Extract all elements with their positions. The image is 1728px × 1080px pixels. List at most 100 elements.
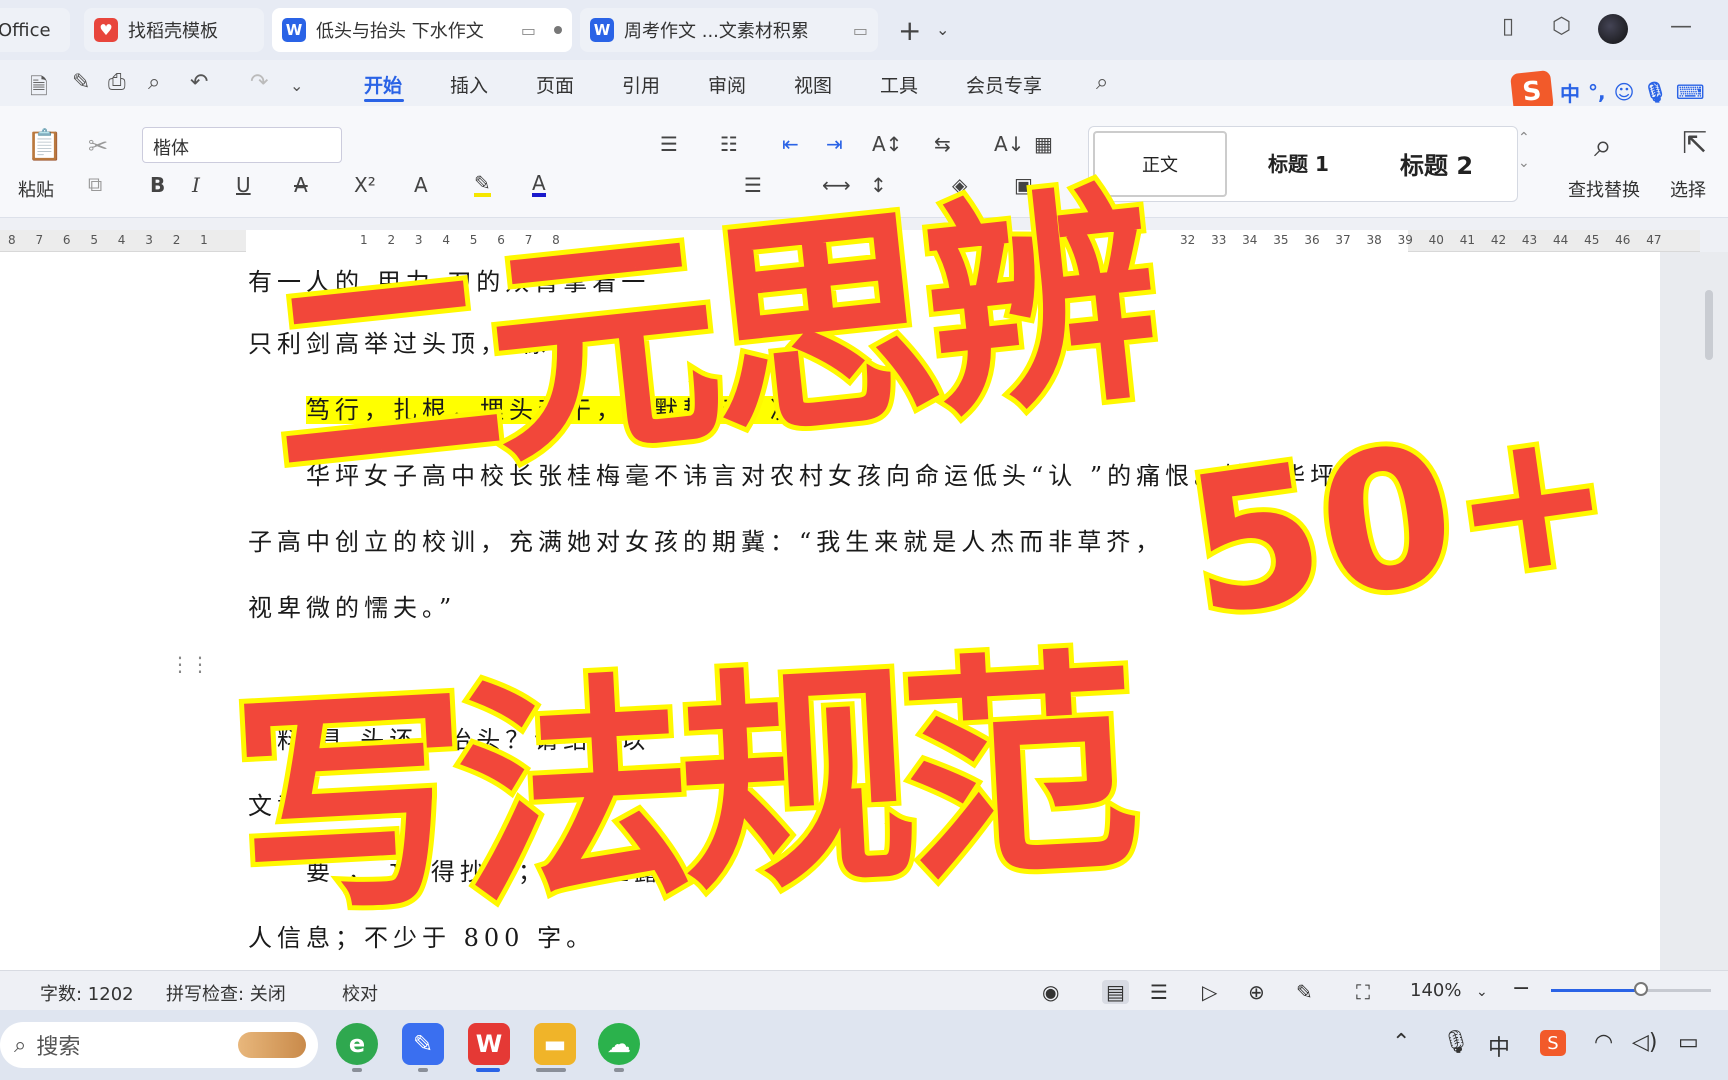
outline-view-icon[interactable]: ☰ — [1150, 980, 1168, 1004]
word-count[interactable]: 字数: 1202 — [40, 980, 134, 1006]
zoom-out-icon[interactable]: − — [1512, 976, 1530, 1001]
web-view-icon[interactable]: ⊕ — [1248, 980, 1265, 1004]
search-icon: ⌕ — [14, 1032, 27, 1058]
menu-vip[interactable]: 会员专享 — [966, 71, 1042, 98]
browser-app-icon[interactable]: e — [336, 1023, 378, 1065]
emoji-icon: ☺ — [1613, 80, 1635, 104]
tab-label: 周考作文 ...文素材积累 — [624, 21, 809, 42]
bold-button[interactable]: B — [150, 173, 165, 197]
file-explorer-icon[interactable]: ▬ — [534, 1023, 576, 1065]
font-name-input[interactable]: 楷体 — [142, 127, 342, 163]
punctuation-icon: °, — [1588, 80, 1606, 104]
overlay-subtitle: 写法规范 — [223, 624, 1138, 953]
docer-icon: ♥ — [94, 18, 118, 42]
save-icon[interactable]: 🗎 — [30, 70, 48, 108]
sidebar-toggle-icon[interactable]: ▯ — [1502, 14, 1514, 39]
tab-active-document[interactable]: W 低头与抬头 下水作文 ▭ — [272, 8, 572, 52]
find-replace-icon[interactable]: ⌕ — [1594, 126, 1612, 165]
pen-icon[interactable]: ✎ — [1296, 980, 1313, 1004]
word-doc-icon: W — [282, 18, 306, 42]
tab-list-chevron-icon[interactable]: ⌄ — [936, 20, 949, 39]
redo-icon[interactable]: ↷ — [250, 70, 268, 95]
taskbar-search[interactable]: ⌕ 搜索 — [0, 1022, 318, 1068]
paste-icon[interactable]: 📋 — [26, 128, 63, 163]
style-heading-1[interactable]: 标题 1 — [1268, 148, 1329, 177]
tab-template[interactable]: ♥ 找稻壳模板 — [84, 8, 264, 52]
menu-review[interactable]: 审阅 — [708, 71, 746, 98]
ruler-left-numbers: 8 7 6 5 4 3 2 1 — [8, 233, 208, 247]
styles-scroll-up-icon[interactable]: ⌃ — [1518, 130, 1530, 146]
format-painter-icon[interactable]: ✎ — [72, 70, 90, 95]
bullet-list-icon[interactable]: ☰ — [660, 132, 678, 156]
cube-icon[interactable]: ⬡ — [1552, 14, 1571, 39]
tab-document-2[interactable]: W 周考作文 ...文素材积累 ▭ — [580, 8, 878, 52]
word-doc-icon: W — [590, 18, 614, 42]
wechat-app-icon[interactable]: ☁ — [598, 1023, 640, 1065]
tray-microphone-icon[interactable]: 🎙 — [1442, 1030, 1470, 1055]
paste-button[interactable]: 粘贴 — [18, 176, 54, 202]
eye-protection-icon[interactable]: ◉ — [1042, 980, 1059, 1004]
print-preview-icon[interactable]: ⌕ — [148, 70, 160, 95]
tab-office[interactable]: Office — [0, 8, 70, 52]
monitor-icon[interactable]: ▭ — [853, 21, 868, 40]
menu-page[interactable]: 页面 — [536, 71, 574, 98]
app-running-indicator — [418, 1068, 428, 1072]
vertical-scrollbar[interactable] — [1705, 290, 1713, 360]
tab-label: 找稻壳模板 — [128, 21, 218, 42]
print-icon[interactable]: ⎙ — [108, 70, 126, 95]
menu-insert[interactable]: 插入 — [450, 71, 488, 98]
find-replace-button[interactable]: 查找替换 — [1568, 176, 1640, 202]
select-cursor-icon[interactable]: ⇱ — [1682, 126, 1707, 161]
menu-view[interactable]: 视图 — [794, 71, 832, 98]
tray-ime-label[interactable]: 中 — [1488, 1030, 1510, 1062]
zoom-dropdown-icon[interactable]: ⌄ — [1476, 984, 1488, 1000]
zoom-level[interactable]: 140% — [1410, 980, 1461, 1001]
play-icon[interactable]: ▷ — [1202, 980, 1217, 1004]
app-running-indicator — [352, 1068, 362, 1072]
tab-label: Office — [0, 19, 51, 41]
search-icon[interactable]: ⌕ — [1096, 70, 1108, 95]
cut-icon[interactable]: ✂ — [88, 132, 108, 160]
app-active-indicator — [476, 1068, 500, 1072]
menu-home[interactable]: 开始 — [364, 71, 402, 98]
page-view-icon[interactable]: ▤ — [1102, 980, 1129, 1004]
search-highlight-image — [238, 1032, 306, 1058]
menu-references[interactable]: 引用 — [622, 71, 660, 98]
new-tab-plus-icon[interactable]: + — [898, 14, 921, 47]
minimize-icon[interactable]: — — [1670, 14, 1692, 39]
tray-expand-icon[interactable]: ⌃ — [1392, 1030, 1410, 1055]
active-menu-indicator — [364, 99, 404, 102]
monitor-icon[interactable]: ▭ — [521, 21, 536, 40]
battery-icon[interactable]: ▭ — [1678, 1030, 1699, 1055]
doc-line-5: 子高中创立的校训，充满她对女孩的期冀：“我生来就是人杰而非草芥， — [248, 528, 1165, 556]
microphone-icon: 🎙 — [1642, 80, 1668, 104]
fit-page-icon[interactable]: ⛶ — [1356, 980, 1370, 1004]
zoom-slider-fill — [1551, 989, 1641, 992]
underline-button[interactable]: U — [236, 173, 251, 197]
ime-mode-label: 中 — [1560, 81, 1580, 106]
keyboard-icon: ⌨ — [1675, 80, 1705, 104]
app-running-indicator — [536, 1068, 566, 1072]
styles-scroll-down-icon[interactable]: ⌄ — [1518, 155, 1530, 171]
wps-app-icon[interactable]: W — [468, 1023, 510, 1065]
tab-label: 低头与抬头 下水作文 — [316, 21, 484, 42]
notes-app-icon[interactable]: ✎ — [402, 1023, 444, 1065]
zoom-slider-handle[interactable] — [1633, 982, 1648, 996]
undo-icon[interactable]: ↶ — [190, 70, 208, 95]
volume-icon[interactable]: ◁) — [1632, 1030, 1658, 1055]
wifi-icon[interactable]: ◠ — [1594, 1030, 1613, 1055]
italic-button[interactable]: I — [192, 173, 200, 197]
copy-icon[interactable]: ⧉ — [88, 172, 102, 196]
more-chevron-icon[interactable]: ⌄ — [290, 76, 303, 95]
app-running-indicator — [614, 1068, 624, 1072]
tray-sogou-icon[interactable]: S — [1540, 1030, 1566, 1056]
proofread-button[interactable]: 校对 — [342, 980, 378, 1006]
menu-tools[interactable]: 工具 — [880, 71, 918, 98]
spell-check-toggle[interactable]: 拼写检查: 关闭 — [166, 980, 286, 1006]
avatar[interactable] — [1598, 14, 1628, 44]
ruler-right-numbers: 32 33 34 35 36 37 38 39 40 41 42 43 44 4… — [1180, 233, 1662, 247]
select-button[interactable]: 选择 — [1670, 176, 1706, 202]
style-heading-2[interactable]: 标题 2 — [1400, 146, 1473, 181]
drag-handle-icon[interactable]: ⋮⋮ — [170, 652, 210, 676]
zoom-slider[interactable] — [1551, 989, 1711, 992]
